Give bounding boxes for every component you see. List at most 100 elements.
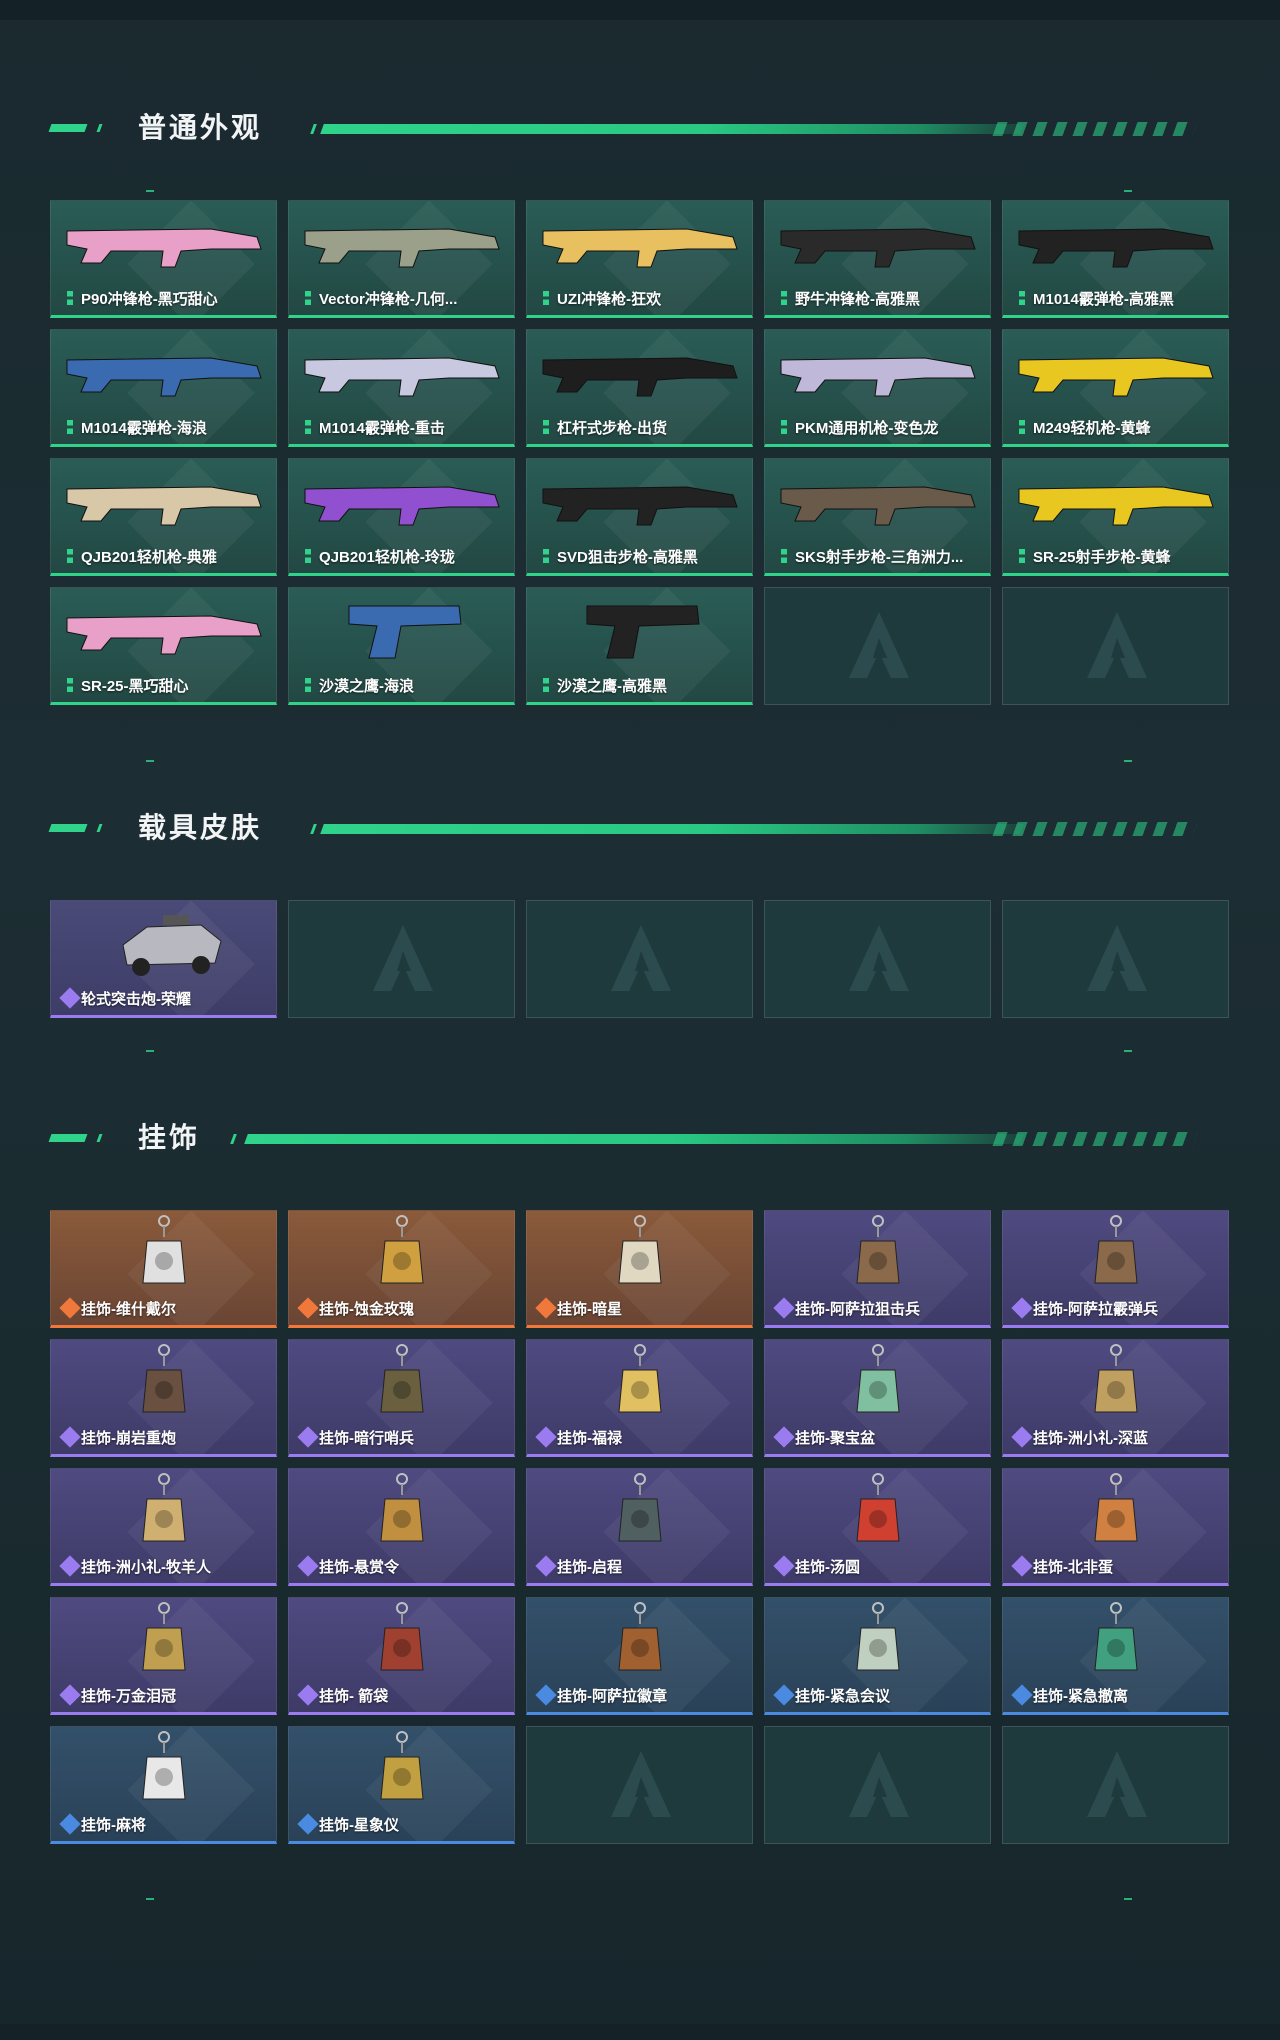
weapon-image [1018, 357, 1214, 397]
vehicle-skin-card[interactable]: 轮式突击炮-荣耀 [50, 900, 277, 1018]
item-label: 挂饰-洲小礼-牧羊人 [81, 1559, 211, 1576]
charm-card[interactable]: 挂饰-洲小礼-深蓝 [1002, 1339, 1229, 1457]
item-label: 挂饰-汤圆 [795, 1559, 860, 1576]
header-accent [230, 1134, 237, 1144]
rarity-orange-icon [535, 1297, 557, 1319]
charm-card[interactable]: 挂饰-启程 [526, 1468, 753, 1586]
charm-card[interactable]: 挂饰- 箭袋 [288, 1597, 515, 1715]
empty-slot [1002, 900, 1229, 1018]
charm-card[interactable]: 挂饰-维什戴尔 [50, 1210, 277, 1328]
item-label: 挂饰-聚宝盆 [795, 1430, 875, 1447]
rarity-blue-icon [535, 1684, 557, 1706]
brand-logo-icon [611, 1751, 671, 1817]
charm-image [142, 1731, 186, 1800]
rarity-green-icon [67, 678, 73, 692]
weapon-image [304, 357, 500, 397]
charm-card[interactable]: 挂饰-悬赏令 [288, 1468, 515, 1586]
charm-card[interactable]: 挂饰-蚀金玫瑰 [288, 1210, 515, 1328]
corner-mark [1124, 760, 1132, 762]
weapon-skin-card[interactable]: Vector冲锋枪-几何... [288, 200, 515, 318]
top-strip [0, 0, 1280, 20]
weapon-skin-card[interactable]: 沙漠之鹰-海浪 [288, 587, 515, 705]
charm-card[interactable]: 挂饰-暗行哨兵 [288, 1339, 515, 1457]
item-label: SKS射手步枪-三角洲力... [795, 549, 964, 566]
weapon-skin-card[interactable]: PKM通用机枪-变色龙 [764, 329, 991, 447]
charm-card[interactable]: 挂饰-麻将 [50, 1726, 277, 1844]
rarity-purple-icon [773, 1297, 795, 1319]
weapon-skin-card[interactable]: SR-25-黑巧甜心 [50, 587, 277, 705]
charm-card[interactable]: 挂饰-阿萨拉狙击兵 [764, 1210, 991, 1328]
rarity-purple-icon [297, 1555, 319, 1577]
weapon-skin-card[interactable]: 杠杆式步枪-出货 [526, 329, 753, 447]
item-label: 挂饰-福禄 [557, 1430, 622, 1447]
charm-card[interactable]: 挂饰-福禄 [526, 1339, 753, 1457]
item-label: 挂饰-暗行哨兵 [319, 1430, 414, 1447]
weapon-image [66, 486, 262, 526]
weapon-skin-card[interactable]: M1014霰弹枪-海浪 [50, 329, 277, 447]
item-label: SR-25射手步枪-黄蜂 [1033, 549, 1171, 566]
section-title: 挂饰 [138, 1122, 201, 1153]
corner-mark [1124, 1050, 1132, 1052]
item-label: M1014霰弹枪-海浪 [81, 420, 207, 437]
weapon-skin-card[interactable]: UZI冲锋枪-狂欢 [526, 200, 753, 318]
weapon-skin-card[interactable]: M249轻机枪-黄蜂 [1002, 329, 1229, 447]
bottom-strip [0, 2024, 1280, 2040]
item-label: QJB201轻机枪-玲珑 [319, 549, 455, 566]
charm-card[interactable]: 挂饰-阿萨拉徽章 [526, 1597, 753, 1715]
item-label: P90冲锋枪-黑巧甜心 [81, 291, 218, 308]
section-title: 载具皮肤 [138, 812, 263, 843]
weapon-skin-card[interactable]: SVD狙击步枪-高雅黑 [526, 458, 753, 576]
weapon-skin-card[interactable]: P90冲锋枪-黑巧甜心 [50, 200, 277, 318]
weapon-skin-card[interactable]: SKS射手步枪-三角洲力... [764, 458, 991, 576]
rarity-green-icon [781, 291, 787, 305]
weapon-skin-grid: P90冲锋枪-黑巧甜心 Vector冲锋枪-几何... UZI冲锋枪-狂欢 野牛冲锋枪… [50, 200, 1229, 705]
item-label: Vector冲锋枪-几何... [319, 291, 458, 308]
weapon-skin-card[interactable]: M1014霰弹枪-重击 [288, 329, 515, 447]
weapon-skin-card[interactable]: QJB201轻机枪-玲珑 [288, 458, 515, 576]
brand-logo-icon [611, 925, 671, 991]
rarity-purple-icon [535, 1555, 557, 1577]
rarity-green-icon [543, 678, 549, 692]
charm-card[interactable]: 挂饰-万金泪冠 [50, 1597, 277, 1715]
charm-card[interactable]: 挂饰-暗星 [526, 1210, 753, 1328]
charm-image [856, 1215, 900, 1284]
weapon-image [780, 228, 976, 268]
charm-card[interactable]: 挂饰-紧急会议 [764, 1597, 991, 1715]
rarity-blue-icon [297, 1813, 319, 1835]
charm-card[interactable]: 挂饰-聚宝盆 [764, 1339, 991, 1457]
rarity-orange-icon [297, 1297, 319, 1319]
weapon-skin-card[interactable]: M1014霰弹枪-高雅黑 [1002, 200, 1229, 318]
brand-logo-icon [849, 612, 909, 678]
rarity-green-icon [543, 291, 549, 305]
rarity-blue-icon [773, 1684, 795, 1706]
weapon-skin-card[interactable]: SR-25射手步枪-黄蜂 [1002, 458, 1229, 576]
rarity-purple-icon [59, 987, 81, 1009]
rarity-purple-icon [1011, 1555, 1033, 1577]
weapon-image [304, 228, 500, 268]
item-label: 挂饰-阿萨拉徽章 [557, 1688, 667, 1705]
charm-card[interactable]: 挂饰-洲小礼-牧羊人 [50, 1468, 277, 1586]
weapon-skin-card[interactable]: QJB201轻机枪-典雅 [50, 458, 277, 576]
weapon-image [1018, 228, 1214, 268]
weapon-skin-card[interactable]: 野牛冲锋枪-高雅黑 [764, 200, 991, 318]
charm-card[interactable]: 挂饰-崩岩重炮 [50, 1339, 277, 1457]
item-label: 沙漠之鹰-高雅黑 [557, 678, 667, 695]
rarity-purple-icon [773, 1426, 795, 1448]
charm-card[interactable]: 挂饰-紧急撤离 [1002, 1597, 1229, 1715]
vehicle-image [122, 915, 222, 976]
empty-slot [764, 1726, 991, 1844]
rarity-green-icon [1019, 420, 1025, 434]
charm-card[interactable]: 挂饰-北非蛋 [1002, 1468, 1229, 1586]
header-checker [992, 822, 1198, 836]
weapon-skin-card[interactable]: 沙漠之鹰-高雅黑 [526, 587, 753, 705]
header-accent [310, 124, 317, 134]
charm-card[interactable]: 挂饰-星象仪 [288, 1726, 515, 1844]
charm-card[interactable]: 挂饰-阿萨拉霰弹兵 [1002, 1210, 1229, 1328]
rarity-green-icon [781, 420, 787, 434]
charm-card[interactable]: 挂饰-汤圆 [764, 1468, 991, 1586]
header-accent [96, 124, 103, 132]
section-title: 普通外观 [138, 112, 263, 143]
rarity-green-icon [67, 549, 73, 563]
rarity-green-icon [1019, 549, 1025, 563]
item-label: M1014霰弹枪-重击 [319, 420, 445, 437]
